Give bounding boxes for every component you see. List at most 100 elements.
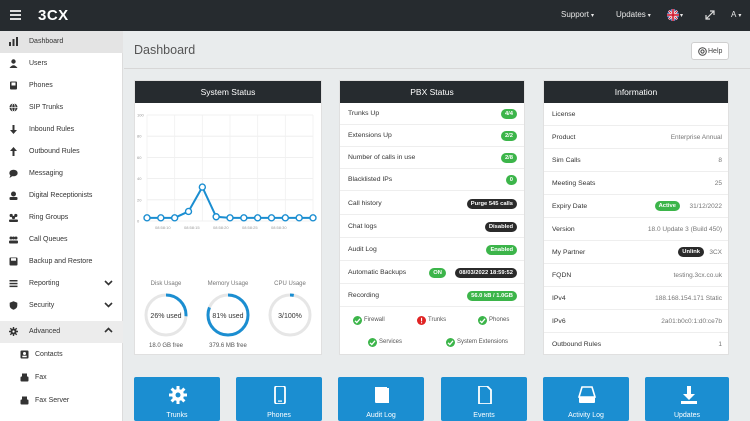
pbx-row: Number of calls in use 2/8 — [340, 147, 524, 169]
disk-icon — [9, 257, 18, 266]
system-status-panel: System Status 0 20 40 60 80 100 08:58:10 08:58:… — [134, 80, 322, 355]
check-icon — [368, 338, 377, 347]
service-label: Services — [379, 339, 403, 345]
logo[interactable]: 3CX — [38, 7, 69, 24]
recording-usage-badge: 56.0 kB / 1.0GB — [467, 291, 517, 301]
fax-icon — [20, 373, 29, 382]
help-label: Help — [708, 48, 723, 55]
pbx-row: Recording 56.0 kB / 1.0GB — [340, 285, 524, 307]
license-active-badge: Active — [654, 201, 680, 211]
backup-toggle[interactable]: ON — [429, 268, 446, 278]
updates-menu[interactable]: Updates ▾ — [616, 10, 651, 19]
gauge-sub: 379.6 MB free — [209, 343, 247, 349]
purge-calls-button[interactable]: Purge 545 calls — [466, 199, 517, 209]
chevron-down-icon[interactable] — [104, 278, 113, 287]
expand-icon[interactable] — [704, 9, 716, 21]
sidebar-item-ring-groups[interactable]: Ring Groups — [0, 207, 123, 229]
backup-timestamp: 08/03/2022 18:59:52 — [455, 268, 517, 278]
sidebar-item-outbound-rules[interactable]: Outbound Rules — [0, 141, 123, 163]
sidebar-label: Contacts — [35, 351, 63, 358]
status-badge: 2/8 — [500, 153, 517, 163]
support-menu[interactable]: Support ▾ — [561, 10, 594, 19]
check-icon — [478, 316, 487, 325]
info-row: Meeting Seats 25 — [544, 172, 728, 195]
unlink-partner-button[interactable]: Unlink — [678, 247, 704, 257]
check-icon — [353, 316, 362, 325]
sidebar-item-sip-trunks[interactable]: SIP Trunks — [0, 97, 123, 119]
sidebar-item-dashboard[interactable]: Dashboard — [0, 31, 123, 53]
info-value: 2a01:b0c0:1:d0:ce7b — [661, 318, 722, 325]
user-menu[interactable]: A ▾ — [731, 10, 741, 19]
sidebar-item-messaging[interactable]: Messaging — [0, 163, 123, 185]
service-label: Trunks — [428, 317, 447, 323]
top-bar: 3CX Support ▾ Updates ▾ ▾ A ▾ — [0, 0, 750, 31]
sidebar-label: Security — [29, 302, 55, 309]
gauge-label: Memory Usage — [207, 281, 249, 287]
pbx-status-panel: PBX Status Trunks Up 4/4 Extensions Up 2… — [339, 80, 525, 355]
info-row: IPv6 2a01:b0c0:1:d0:ce7b — [544, 310, 728, 333]
logo-text: CX — [46, 7, 69, 24]
pbx-row: Automatic Backups ON 08/03/2022 18:59:52 — [340, 262, 524, 284]
sidebar-item-phones[interactable]: Phones — [0, 75, 123, 97]
info-row: Version 18.0 Update 3 (Build 450) — [544, 218, 728, 241]
sidebar-label: Dashboard — [29, 38, 64, 45]
data-point — [253, 214, 262, 222]
gauge-label: Disk Usage — [150, 281, 182, 287]
tile-label: Phones — [267, 412, 291, 419]
sidebar-item-digital-receptionists[interactable]: Digital Receptionists — [0, 185, 123, 207]
pbx-row-label: Audit Log — [348, 246, 377, 253]
info-label: License — [552, 111, 576, 118]
receptionist-icon — [9, 191, 18, 200]
tile-activity-log[interactable]: Activity Log — [543, 377, 629, 421]
sidebar-label: Backup and Restore — [29, 258, 93, 265]
hamburger-icon[interactable] — [10, 10, 21, 20]
chevron-up-icon[interactable] — [104, 326, 113, 335]
sidebar-label: Phones — [29, 82, 53, 89]
pbx-row: Call history Purge 545 calls — [340, 193, 524, 215]
sidebar-label: Fax — [35, 374, 47, 381]
sidebar-item-inbound-rules[interactable]: Inbound Rules — [0, 119, 123, 141]
tile-label: Activity Log — [568, 412, 604, 419]
info-label: Meeting Seats — [552, 180, 596, 187]
info-value: testing.3cx.co.uk — [673, 272, 722, 279]
support-label: Support — [561, 10, 590, 19]
sidebar-item-call-queues[interactable]: Call Queues — [0, 229, 123, 251]
info-value: 8 — [718, 157, 722, 164]
tile-label: Updates — [673, 412, 701, 419]
sidebar-item-users[interactable]: Users — [0, 53, 123, 75]
sidebar-item-security[interactable]: Security — [0, 295, 123, 317]
tile-audit-log[interactable]: Audit Log — [338, 377, 424, 421]
sidebar-item-fax-server[interactable]: Fax Server — [0, 390, 123, 412]
pbx-row: Blacklisted IPs 0 — [340, 169, 524, 191]
sidebar-item-backup-restore[interactable]: Backup and Restore — [0, 251, 123, 273]
tile-trunks[interactable]: Trunks — [134, 377, 220, 421]
sidebar-item-reporting[interactable]: Reporting — [0, 273, 123, 295]
contacts-icon — [20, 350, 29, 359]
sidebar-item-advanced[interactable]: Advanced — [0, 321, 123, 343]
tile-events[interactable]: Events — [441, 377, 527, 421]
info-label: IPv6 — [552, 318, 566, 325]
tile-phones[interactable]: Phones — [236, 377, 322, 421]
data-point — [309, 214, 317, 222]
panel-title: Information — [544, 81, 728, 103]
info-row: My Partner Unlink 3CX — [544, 241, 728, 264]
help-button[interactable]: Help — [691, 42, 729, 60]
audit-log-toggle[interactable]: Enabled — [486, 245, 517, 255]
service-label: System Extensions — [457, 339, 509, 345]
pbx-row-label: Trunks Up — [348, 110, 380, 117]
sidebar-item-fax[interactable]: Fax — [0, 367, 123, 389]
chevron-down-icon[interactable] — [104, 300, 113, 309]
phone-icon — [10, 81, 17, 90]
shield-icon — [9, 301, 18, 310]
data-point — [267, 214, 276, 222]
info-value: 31/12/2022 — [689, 203, 722, 210]
gear-icon — [169, 386, 187, 404]
sidebar-item-contacts[interactable]: Contacts — [0, 344, 123, 366]
y-tick-label: 60 — [137, 155, 142, 160]
tile-updates[interactable]: Updates — [645, 377, 729, 421]
uk-flag-icon[interactable] — [667, 9, 679, 21]
chat-logs-toggle[interactable]: Disabled — [484, 222, 517, 232]
pbx-row-label: Automatic Backups — [348, 269, 407, 276]
data-point — [281, 214, 290, 222]
dashboard-icon — [9, 37, 18, 46]
